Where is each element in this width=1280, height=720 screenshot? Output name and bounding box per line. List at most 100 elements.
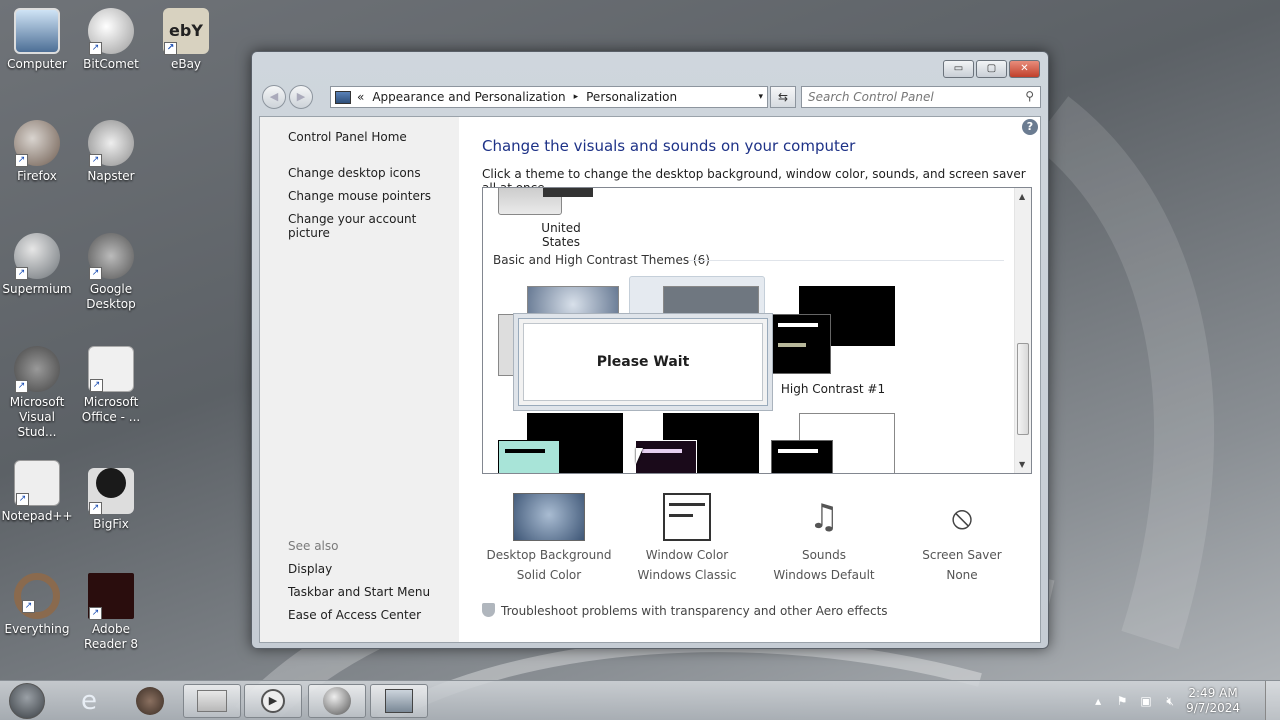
display-link[interactable]: Display (288, 562, 332, 576)
volume-muted-icon[interactable]: 🔇︎ (1162, 694, 1178, 708)
close-button[interactable]: ✕ (1009, 60, 1040, 78)
desktop-icon-label: Napster (87, 169, 135, 183)
search-placeholder: Search Control Panel (808, 90, 934, 104)
theme-group-label: Basic and High Contrast Themes (6) (493, 253, 710, 267)
desktop-icon-notepadpp[interactable]: ↗ Notepad++ (0, 460, 74, 524)
desktop-icon-ebay[interactable]: ebY ↗ eBay (149, 8, 223, 72)
desktop-icon-visual-studio[interactable]: ↗ Microsoft Visual Stud... (0, 346, 74, 440)
internet-explorer-icon: e (81, 686, 97, 716)
forward-button[interactable]: ▶ (289, 85, 313, 109)
taskbar-start-menu-link[interactable]: Taskbar and Start Menu (288, 585, 430, 599)
control-panel-taskbar-icon (385, 689, 413, 713)
theme-thumbnail-high-contrast-black-window[interactable] (635, 440, 697, 473)
breadcrumb-appearance[interactable]: Appearance and Personalization (372, 90, 565, 104)
change-account-picture-link[interactable]: Change your account picture (288, 212, 459, 240)
sounds-tool[interactable]: ♫ Sounds Windows Default (754, 493, 894, 585)
page-title: Change the visuals and sounds on your co… (482, 137, 856, 155)
screen-saver-icon: ⦸ (951, 498, 973, 536)
breadcrumb-root[interactable]: « (357, 90, 364, 104)
desktop-icon-supermium[interactable]: ↗ Supermium (0, 233, 74, 297)
desktop-icon-everything[interactable]: ↗ Everything (0, 573, 74, 637)
back-button[interactable]: ◀ (262, 85, 286, 109)
desktop-icon-firefox[interactable]: ↗ Firefox (0, 120, 74, 184)
taskbar-media-player-button[interactable]: ▶ (244, 684, 302, 718)
network-icon[interactable]: ▣ (1138, 694, 1154, 708)
scrollbar-thumb[interactable] (1017, 343, 1029, 435)
troubleshoot-link[interactable]: Troubleshoot problems with transparency … (482, 603, 888, 618)
taskbar-control-panel-button[interactable] (370, 684, 428, 718)
window-color-value: Windows Classic (637, 568, 737, 582)
clock[interactable]: 2:49 AM 9/7/2024 (1186, 686, 1240, 716)
theme-thumbnail-high-contrast-1-window[interactable] (771, 314, 831, 374)
firefox-taskbar-icon (136, 687, 164, 715)
show-desktop-button[interactable] (1265, 681, 1280, 720)
help-icon[interactable]: ? (1022, 119, 1038, 135)
hc-bar (778, 323, 818, 327)
desktop-icon-google-desktop[interactable]: ↗ Google Desktop (74, 233, 148, 312)
control-panel-home-link[interactable]: Control Panel Home (288, 130, 407, 144)
theme-label-united-states[interactable]: United States (521, 221, 601, 249)
desktop-icon-label: eBay (170, 57, 202, 71)
see-also-heading: See also (288, 539, 339, 553)
theme-list-scrollbar[interactable]: ▲ ▼ (1014, 188, 1031, 473)
desktop-icon-adobe-reader[interactable]: ↗ Adobe Reader 8 (74, 573, 148, 652)
theme-thumbnail-high-contrast-2-window[interactable] (498, 440, 560, 473)
ease-of-access-link[interactable]: Ease of Access Center (288, 608, 421, 622)
taskbar-supermium-button[interactable] (308, 684, 366, 718)
desktop-icon-computer[interactable]: Computer (0, 8, 74, 72)
theme-list: United States Basic and High Contrast Th… (482, 187, 1032, 474)
refresh-button[interactable]: ⇆ (770, 86, 796, 108)
desktop-icon-label: BitComet (83, 57, 139, 71)
desktop-icon-label: Adobe Reader 8 (84, 622, 138, 651)
computer-icon (14, 8, 60, 54)
change-desktop-icons-link[interactable]: Change desktop icons (288, 166, 421, 180)
address-bar[interactable]: « Appearance and Personalization ▸ Perso… (330, 86, 768, 108)
window-color-bar (669, 514, 693, 517)
desktop-icon-bigfix[interactable]: ↗ BigFix (74, 460, 148, 532)
search-icon[interactable]: ⚲ (1025, 89, 1034, 103)
breadcrumb-personalization[interactable]: Personalization (586, 90, 677, 104)
desktop-background-icon (513, 493, 585, 541)
search-input[interactable]: Search Control Panel ⚲ (801, 86, 1041, 108)
please-wait-inner: Please Wait (523, 323, 763, 401)
desktop-icon-label: Computer (7, 57, 67, 71)
desktop-icon-bitcomet[interactable]: ↗ BitComet (74, 8, 148, 72)
hc-bar-sub (778, 343, 806, 347)
change-mouse-pointers-link[interactable]: Change mouse pointers (288, 189, 431, 203)
desktop-icon-office[interactable]: ↗ Microsoft Office - ... (74, 346, 148, 425)
theme-thumbnail-high-contrast-white-window[interactable] (771, 440, 833, 473)
taskbar-ie-button[interactable]: e (60, 684, 118, 718)
please-wait-dialog: Please Wait (518, 318, 768, 406)
theme-thumbnail-dark-strip (543, 188, 593, 197)
theme-label-high-contrast-1[interactable]: High Contrast #1 (773, 382, 893, 396)
theme-settings-row: Desktop Background Solid Color Window Co… (482, 493, 1032, 583)
control-panel-icon (335, 90, 351, 104)
taskbar-explorer-button[interactable] (183, 684, 241, 718)
screen-saver-title: Screen Saver (922, 548, 1002, 562)
action-center-flag-icon[interactable]: ⚑ (1114, 694, 1130, 708)
scroll-up-icon[interactable]: ▲ (1019, 192, 1025, 201)
desktop-background-tool[interactable]: Desktop Background Solid Color (479, 493, 619, 585)
tray-expand-icon[interactable]: ▴ (1090, 694, 1106, 708)
folder-icon (197, 690, 227, 712)
start-button[interactable] (9, 683, 45, 719)
desktop-icon-label: Everything (4, 622, 70, 636)
firefox-icon: ↗ (14, 120, 60, 167)
address-dropdown-icon[interactable]: ▾ (758, 92, 763, 102)
desktop-icon-label: Supermium (2, 282, 72, 296)
taskbar-firefox-button[interactable] (121, 684, 179, 718)
minimize-button[interactable]: ▭ (943, 60, 974, 78)
scroll-down-icon[interactable]: ▼ (1019, 460, 1025, 469)
window-color-icon (663, 493, 711, 541)
desktop-background-value: Solid Color (516, 568, 582, 582)
screen-saver-tool[interactable]: ⦸ Screen Saver None (892, 493, 1032, 585)
hc2-bar (505, 449, 545, 453)
window-color-tool[interactable]: Window Color Windows Classic (617, 493, 757, 585)
sounds-value: Windows Default (773, 568, 875, 582)
troubleshoot-text[interactable]: Troubleshoot problems with transparency … (501, 604, 888, 618)
adobe-reader-icon: ↗ (88, 573, 134, 620)
maximize-button[interactable]: ▢ (976, 60, 1007, 78)
mouse-cursor-icon (636, 448, 643, 464)
desktop-icon-napster[interactable]: ↗ Napster (74, 120, 148, 184)
breadcrumb-separator-icon[interactable]: ▸ (574, 92, 579, 102)
